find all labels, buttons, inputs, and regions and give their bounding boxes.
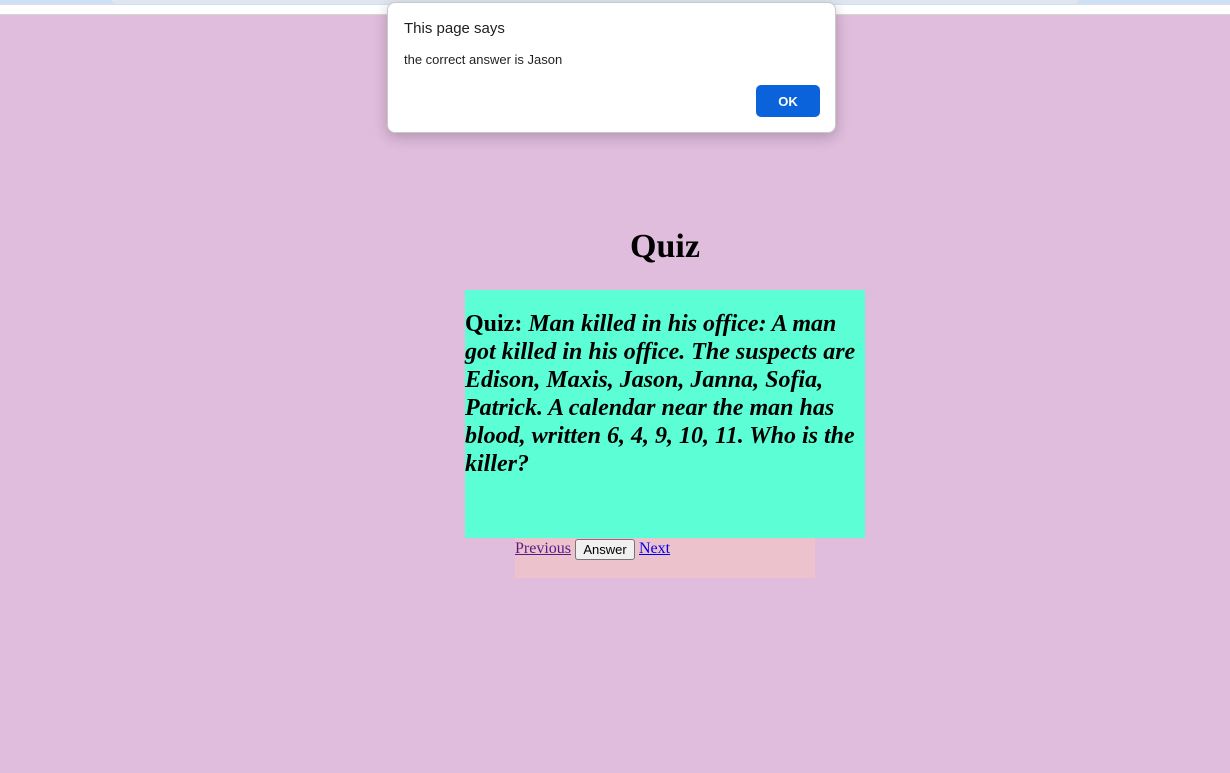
quiz-text: Quiz: Man killed in his office: A man go… (465, 290, 865, 478)
alert-dialog: This page says the correct answer is Jas… (387, 2, 836, 133)
ok-button[interactable]: OK (756, 85, 820, 117)
previous-link[interactable]: Previous (515, 540, 571, 558)
quiz-navigation: Previous Answer Next (515, 538, 815, 578)
page-title: Quiz (630, 228, 700, 265)
quiz-card: Quiz: Man killed in his office: A man go… (465, 290, 865, 538)
quiz-label: Quiz: (465, 311, 529, 337)
next-link[interactable]: Next (639, 540, 670, 558)
dialog-title: This page says (404, 20, 505, 37)
dialog-message: the correct answer is Jason (404, 52, 563, 67)
answer-button[interactable]: Answer (575, 539, 635, 560)
